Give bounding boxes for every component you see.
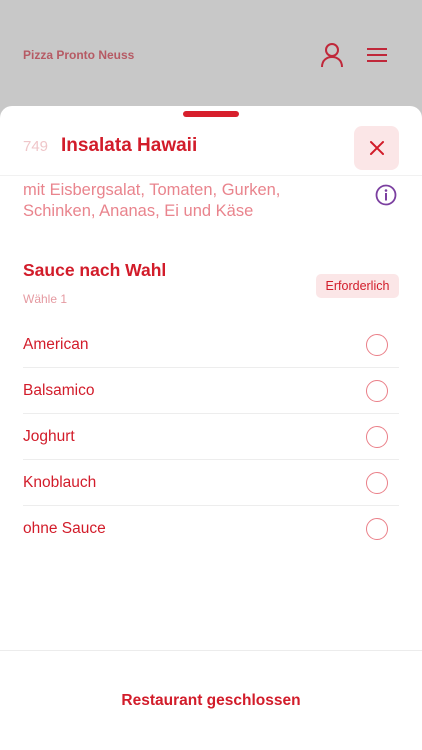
- radio-button[interactable]: [366, 472, 388, 494]
- section-subtitle: Wähle 1: [23, 292, 68, 306]
- radio-button[interactable]: [366, 426, 388, 448]
- radio-button[interactable]: [366, 380, 388, 402]
- radio-button[interactable]: [366, 518, 388, 540]
- restaurant-status: Restaurant geschlossen: [121, 692, 301, 709]
- option-label: Balsamico: [23, 381, 95, 399]
- option-row[interactable]: Balsamico: [23, 368, 399, 414]
- section-title: Sauce nach Wahl: [23, 260, 167, 280]
- required-badge: Erforderlich: [316, 274, 399, 298]
- item-detail-sheet: 749 Insalata Hawaii mit Eisbergsalat, To…: [0, 106, 422, 750]
- option-label: American: [23, 335, 89, 353]
- radio-button[interactable]: [366, 334, 388, 356]
- app-header: Pizza Pronto Neuss: [0, 0, 422, 112]
- option-label: ohne Sauce: [23, 520, 106, 537]
- sauce-options-list: American Balsamico Joghurt Knoblauch ohn…: [23, 322, 399, 552]
- info-icon[interactable]: [375, 184, 397, 206]
- item-title: Insalata Hawaii: [61, 135, 198, 156]
- hamburger-menu-icon[interactable]: [362, 40, 392, 70]
- option-label: Joghurt: [23, 427, 75, 445]
- user-icon[interactable]: [317, 40, 347, 70]
- item-header: 749 Insalata Hawaii: [0, 116, 422, 176]
- close-button[interactable]: [354, 126, 399, 170]
- option-row[interactable]: ohne Sauce: [23, 506, 399, 552]
- app-title: Pizza Pronto Neuss: [23, 48, 135, 62]
- option-row[interactable]: Knoblauch: [23, 460, 399, 506]
- option-row[interactable]: American: [23, 322, 399, 368]
- option-row[interactable]: Joghurt: [23, 414, 399, 460]
- item-description: mit Eisbergsalat, Tomaten, Gurken, Schin…: [23, 181, 281, 220]
- option-label: Knoblauch: [23, 473, 97, 491]
- item-number: 749: [23, 138, 49, 155]
- close-icon: [369, 141, 384, 155]
- footer-bar: Restaurant geschlossen: [0, 650, 422, 750]
